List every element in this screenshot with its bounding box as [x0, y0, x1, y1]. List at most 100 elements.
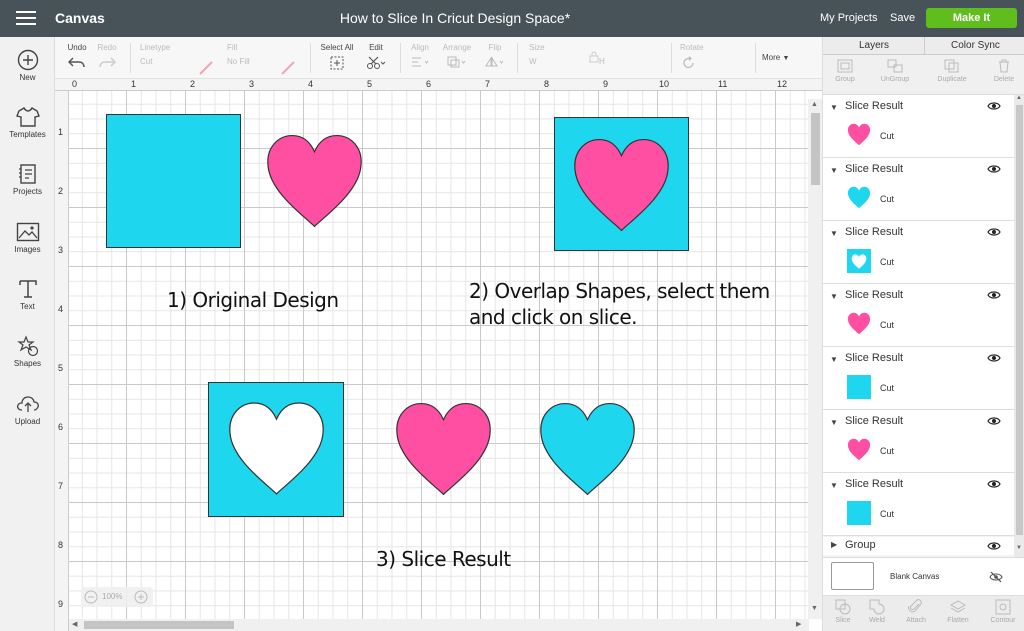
width-field[interactable]: W [529, 57, 537, 66]
scroll-up-icon[interactable]: ▲ [811, 101, 818, 108]
edit-button[interactable]: Edit [360, 43, 392, 70]
undo-button[interactable]: Undo [65, 43, 89, 68]
fill-color-swatch[interactable] [280, 57, 296, 75]
sidebar-item-images[interactable]: Images [0, 221, 55, 254]
layer-row[interactable]: ▼ Slice Result Cut [823, 473, 1014, 536]
sidebar-item-text[interactable]: Text [0, 278, 55, 311]
blank-canvas-row[interactable]: Blank Canvas [823, 557, 1024, 595]
document-title: How to Slice In Cricut Design Space* [339, 10, 571, 26]
group-layer-row[interactable]: ▶ Group [823, 537, 1014, 555]
eye-icon[interactable] [987, 101, 1001, 111]
layer-row[interactable]: ▼ Slice Result Cut [823, 410, 1014, 473]
rotate-control[interactable]: Rotate [680, 43, 710, 70]
zoom-in-icon[interactable] [134, 590, 148, 604]
sidebar-item-projects[interactable]: Projects [0, 163, 55, 196]
redo-button[interactable]: Redo [95, 43, 119, 68]
linetype-color-swatch[interactable] [198, 57, 214, 75]
caret-down-icon[interactable]: ▼ [830, 292, 838, 301]
duplicate-button[interactable]: Duplicate [932, 59, 972, 83]
caret-down-icon[interactable]: ▼ [830, 418, 838, 427]
layer-row[interactable]: ▼ Slice Result Cut [823, 158, 1014, 221]
select-all-button[interactable]: Select All [317, 43, 357, 70]
layer-row[interactable]: ▼ Slice Result Cut [823, 95, 1014, 158]
eye-icon[interactable] [987, 290, 1001, 300]
fill-value: No Fill [227, 57, 250, 66]
result-cyan-heart[interactable] [537, 401, 638, 497]
canvas-vertical-scrollbar[interactable]: ▲ ▼ [808, 99, 822, 619]
select-all-label: Select All [320, 43, 354, 52]
original-heart[interactable] [264, 133, 365, 229]
eye-icon[interactable] [987, 164, 1001, 174]
flip-icon [485, 56, 504, 67]
layer-name: Slice Result [845, 100, 904, 112]
layer-row[interactable]: ▼ Slice Result Cut [823, 347, 1014, 410]
weld-button[interactable]: Weld [857, 599, 897, 624]
flatten-button[interactable]: Flatten [938, 599, 978, 624]
contour-button[interactable]: Contour [983, 599, 1023, 624]
sidebar-item-new[interactable]: New [0, 49, 55, 82]
scroll-left-icon[interactable]: ◀ [72, 620, 77, 628]
lock-icon[interactable] [586, 47, 602, 63]
group-button[interactable]: Group [825, 59, 865, 83]
eye-icon[interactable] [987, 479, 1001, 489]
canvas-horizontal-scrollbar[interactable]: ◀ ▶ [69, 619, 809, 631]
fill-select[interactable]: Fill No Fill [227, 43, 277, 66]
tab-color-sync[interactable]: Color Sync [951, 40, 1000, 51]
scroll-down-icon[interactable]: ▼ [1016, 545, 1022, 551]
sidebar-item-label: Images [14, 245, 41, 254]
scroll-thumb[interactable] [84, 621, 234, 629]
scroll-thumb[interactable] [1016, 105, 1023, 535]
original-square[interactable] [106, 114, 241, 248]
tool-label: Contour [990, 617, 1016, 624]
eye-icon[interactable] [987, 227, 1001, 237]
scroll-right-icon[interactable]: ▶ [796, 620, 801, 628]
eye-icon[interactable] [987, 541, 1001, 551]
caret-down-icon[interactable]: ▼ [830, 355, 838, 364]
eye-hidden-icon[interactable] [989, 571, 1003, 583]
my-projects-link[interactable]: My Projects [820, 12, 877, 24]
make-it-button[interactable]: Make It [926, 8, 1017, 28]
canvas-color-swatch[interactable] [831, 562, 874, 590]
eye-icon[interactable] [987, 353, 1001, 363]
arrange-button[interactable]: Arrange [440, 43, 474, 68]
ruler-tick: 1 [58, 127, 64, 137]
result-pink-heart[interactable] [393, 401, 494, 497]
align-button[interactable]: Align [407, 43, 433, 68]
caret-down-icon[interactable]: ▼ [830, 481, 838, 490]
layer-name: Slice Result [845, 226, 904, 238]
layers-scrollbar[interactable]: ▲ ▼ [1014, 95, 1024, 557]
cyan-square-thumbnail [847, 375, 871, 399]
sidebar-item-shapes[interactable]: Shapes [0, 335, 55, 368]
tab-layers[interactable]: Layers [859, 40, 889, 51]
caret-down-icon[interactable]: ▼ [830, 166, 838, 175]
tool-label: Weld [869, 617, 885, 624]
zoom-out-icon[interactable] [84, 590, 98, 604]
save-button[interactable]: Save [890, 12, 915, 24]
flip-button[interactable]: Flip [482, 43, 508, 68]
layer-row[interactable]: ▼ Slice Result Cut [823, 284, 1014, 347]
design-canvas[interactable]: 0 1 2 3 4 5 6 7 8 9 10 11 12 1 2 3 4 5 6… [55, 79, 822, 631]
sidebar-item-upload[interactable]: Upload [0, 393, 55, 426]
top-bar: Canvas How to Slice In Cricut Design Spa… [0, 0, 1024, 37]
linetype-select[interactable]: Linetype Cut [140, 43, 190, 66]
overlap-heart[interactable] [571, 137, 672, 233]
result-square-with-heart-hole[interactable] [208, 382, 345, 518]
scroll-thumb[interactable] [811, 113, 820, 185]
sidebar-item-label: Text [20, 302, 35, 311]
caret-right-icon[interactable]: ▶ [831, 540, 837, 549]
layer-row[interactable]: ▼ Slice Result Cut [823, 221, 1014, 284]
scroll-down-icon[interactable]: ▼ [811, 605, 818, 612]
ungroup-button[interactable]: UnGroup [875, 59, 915, 83]
attach-button[interactable]: Attach [896, 599, 936, 624]
text-icon [18, 280, 37, 298]
layer-operation: Cut [880, 446, 895, 456]
eye-icon[interactable] [987, 416, 1001, 426]
more-button[interactable]: More ▼ [762, 53, 802, 62]
caret-down-icon: ▼ [782, 55, 790, 62]
delete-button[interactable]: Delete [984, 59, 1024, 83]
weld-icon [869, 599, 885, 615]
caret-down-icon[interactable]: ▼ [830, 229, 838, 238]
caret-down-icon[interactable]: ▼ [830, 103, 838, 112]
sidebar-item-templates[interactable]: Templates [0, 106, 55, 139]
scroll-up-icon[interactable]: ▲ [1016, 95, 1022, 101]
